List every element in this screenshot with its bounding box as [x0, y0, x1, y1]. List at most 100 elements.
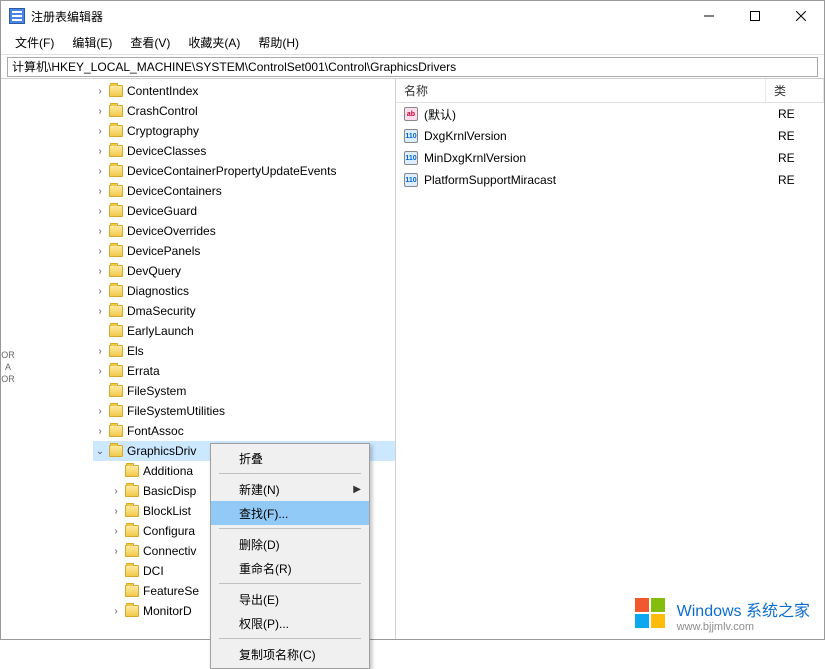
menu-view[interactable]: 查看(V): [122, 32, 178, 53]
folder-icon: [109, 165, 123, 177]
binary-value-icon: 110: [404, 151, 418, 165]
binary-value-icon: 110: [404, 129, 418, 143]
folder-icon: [109, 425, 123, 437]
folder-icon: [109, 225, 123, 237]
chevron-right-icon[interactable]: ›: [109, 484, 123, 498]
cm-permissions[interactable]: 权限(P)...: [211, 611, 369, 635]
cm-find[interactable]: 查找(F)...: [211, 501, 369, 525]
addressbar: [1, 55, 824, 79]
chevron-right-icon[interactable]: ›: [109, 544, 123, 558]
address-input[interactable]: [7, 57, 818, 77]
chevron-right-icon[interactable]: ›: [93, 204, 107, 218]
chevron-right-icon[interactable]: ›: [109, 604, 123, 618]
col-type[interactable]: 类: [766, 79, 824, 102]
value-name: MinDxgKrnlVersion: [424, 151, 778, 165]
chevron-right-icon: ▶: [353, 484, 361, 495]
chevron-right-icon[interactable]: ›: [93, 164, 107, 178]
chevron-right-icon[interactable]: ›: [93, 84, 107, 98]
menu-favorites[interactable]: 收藏夹(A): [180, 32, 248, 53]
left-edge-text: ORAOR: [1, 349, 15, 385]
value-type: RE: [778, 151, 795, 165]
list-body[interactable]: ab(默认)RE110DxgKrnlVersionRE110MinDxgKrnl…: [396, 103, 824, 639]
cm-rename[interactable]: 重命名(R): [211, 556, 369, 580]
tree-label: GraphicsDriv: [127, 444, 196, 458]
content-area: ORAOR › ContentIndex ›CrashControl›Cryptog…: [1, 79, 824, 639]
close-button[interactable]: [778, 1, 824, 31]
folder-icon: [109, 205, 123, 217]
tree-node[interactable]: ›CrashControl: [93, 101, 395, 121]
tree-node[interactable]: › DeviceClasses: [93, 141, 395, 161]
folder-icon: [125, 485, 139, 497]
folder-icon: [109, 445, 123, 457]
chevron-right-icon[interactable]: ›: [93, 284, 107, 298]
tree-node[interactable]: ›Els: [93, 341, 395, 361]
list-row[interactable]: ab(默认)RE: [396, 103, 824, 125]
tree-node[interactable]: EarlyLaunch: [93, 321, 395, 341]
list-header: 名称 类: [396, 79, 824, 103]
folder-icon: [125, 565, 139, 577]
tree-node[interactable]: ›Diagnostics: [93, 281, 395, 301]
tree-node[interactable]: ›DevQuery: [93, 261, 395, 281]
folder-icon: [125, 505, 139, 517]
chevron-down-icon[interactable]: ⌄: [93, 444, 107, 458]
folder-icon: [109, 325, 123, 337]
chevron-right-icon[interactable]: ›: [93, 184, 107, 198]
chevron-right-icon[interactable]: ›: [93, 124, 107, 138]
menu-help[interactable]: 帮助(H): [250, 32, 307, 53]
tree-label: DeviceContainerPropertyUpdateEvents: [127, 164, 336, 178]
chevron-right-icon[interactable]: ›: [93, 104, 107, 118]
tree-node[interactable]: › DeviceOverrides: [93, 221, 395, 241]
tree-node[interactable]: ›Errata: [93, 361, 395, 381]
folder-icon: [109, 145, 123, 157]
cm-copy-key-name[interactable]: 复制项名称(C): [211, 642, 369, 666]
maximize-button[interactable]: [732, 1, 778, 31]
chevron-right-icon[interactable]: ›: [93, 304, 107, 318]
tree-label: DeviceOverrides: [127, 224, 216, 238]
folder-icon: [109, 305, 123, 317]
tree-label: DeviceContainers: [127, 184, 222, 198]
tree-node[interactable]: ›FontAssoc: [93, 421, 395, 441]
folder-icon: [109, 285, 123, 297]
minimize-button[interactable]: [686, 1, 732, 31]
menu-edit[interactable]: 编辑(E): [64, 32, 120, 53]
tree-label: ContentIndex: [127, 84, 198, 98]
chevron-right-icon[interactable]: ›: [109, 524, 123, 538]
tree-node[interactable]: FileSystem: [93, 381, 395, 401]
chevron-right-icon[interactable]: ›: [93, 424, 107, 438]
tree-node[interactable]: ›FileSystemUtilities: [93, 401, 395, 421]
chevron-right-icon[interactable]: ›: [109, 504, 123, 518]
cm-export[interactable]: 导出(E): [211, 587, 369, 611]
chevron-right-icon[interactable]: ›: [93, 364, 107, 378]
tree-label: DeviceClasses: [127, 144, 206, 158]
folder-icon: [109, 345, 123, 357]
tree-label: BasicDisp: [143, 484, 196, 498]
list-row[interactable]: 110 MinDxgKrnlVersionRE: [396, 147, 824, 169]
tree-node[interactable]: › DeviceContainers: [93, 181, 395, 201]
chevron-right-icon[interactable]: ›: [93, 244, 107, 258]
chevron-right-icon[interactable]: ›: [93, 144, 107, 158]
context-menu: 折叠 新建(N)▶ 查找(F)... 删除(D) 重命名(R) 导出(E) 权限…: [210, 443, 370, 669]
cm-collapse[interactable]: 折叠: [211, 446, 369, 470]
menu-file[interactable]: 文件(F): [7, 32, 62, 53]
tree-node[interactable]: › DmaSecurity: [93, 301, 395, 321]
titlebar: 注册表编辑器: [1, 1, 824, 31]
cm-delete[interactable]: 删除(D): [211, 532, 369, 556]
col-name[interactable]: 名称: [396, 79, 766, 102]
tree-node[interactable]: › DeviceContainerPropertyUpdateEvents: [93, 161, 395, 181]
tree-label: DevicePanels: [127, 244, 200, 258]
tree-label: DmaSecurity: [127, 304, 196, 318]
list-row[interactable]: 110PlatformSupportMiracastRE: [396, 169, 824, 191]
tree-node[interactable]: › ContentIndex: [93, 81, 395, 101]
folder-icon: [109, 105, 123, 117]
cm-new[interactable]: 新建(N)▶: [211, 477, 369, 501]
chevron-right-icon[interactable]: ›: [93, 264, 107, 278]
tree-node[interactable]: ›DeviceGuard: [93, 201, 395, 221]
chevron-right-icon[interactable]: ›: [93, 344, 107, 358]
tree-label: BlockList: [143, 504, 191, 518]
chevron-right-icon[interactable]: ›: [93, 224, 107, 238]
chevron-right-icon[interactable]: ›: [93, 404, 107, 418]
tree-node[interactable]: › DevicePanels: [93, 241, 395, 261]
folder-icon: [109, 405, 123, 417]
list-row[interactable]: 110DxgKrnlVersionRE: [396, 125, 824, 147]
tree-node[interactable]: ›Cryptography: [93, 121, 395, 141]
